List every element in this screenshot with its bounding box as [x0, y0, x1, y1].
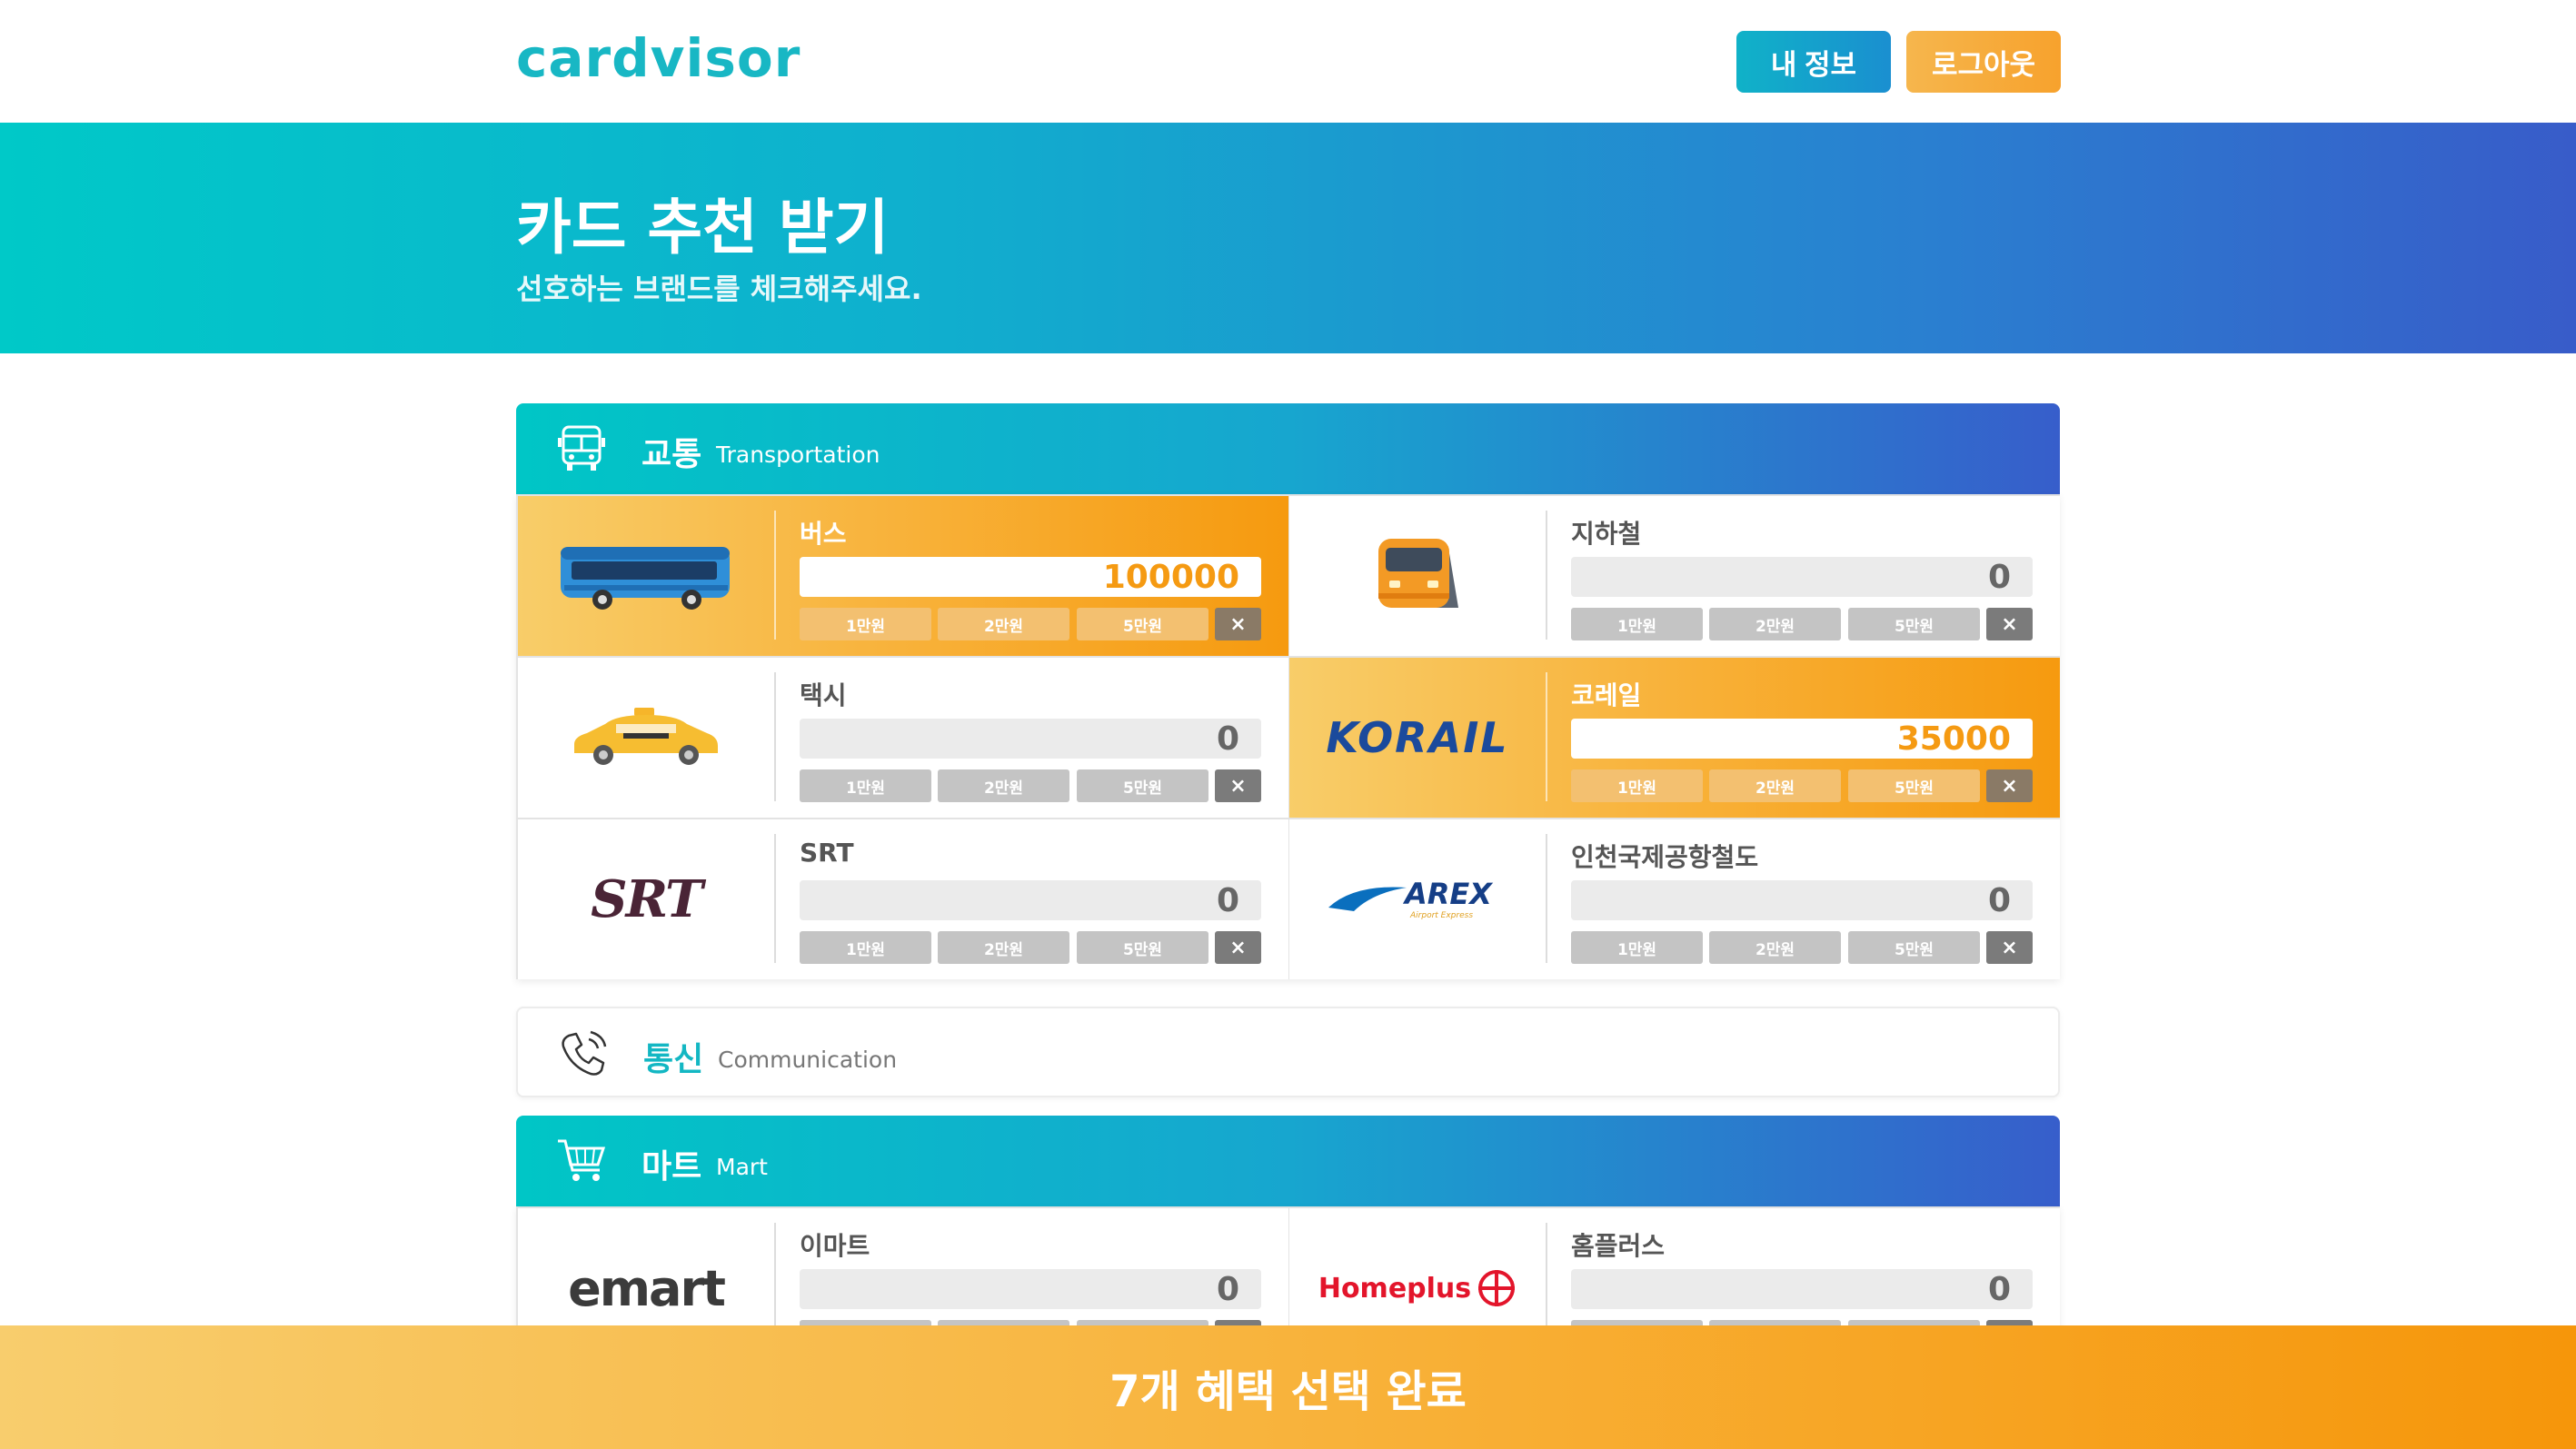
section-subtitle: Transportation — [716, 442, 880, 468]
card-divider — [1546, 834, 1547, 963]
amount-input[interactable] — [800, 1269, 1261, 1309]
brand-card-bus[interactable]: 버스 1만원 2만원 5만원 × — [518, 496, 1288, 656]
card-divider — [1546, 672, 1547, 801]
korail-logo-text: KORAIL — [1326, 713, 1509, 762]
brand-card-subway[interactable]: 지하철 1만원 2만원 5만원 × — [1289, 496, 2060, 656]
top-navigation-bar: cardvisor 내 정보 로그아웃 — [0, 0, 2576, 123]
add-20000-button[interactable]: 2만원 — [1709, 931, 1841, 964]
add-50000-button[interactable]: 5만원 — [1848, 769, 1980, 802]
section-subtitle: Communication — [718, 1047, 898, 1073]
phone-ringing-icon — [562, 1030, 607, 1076]
add-10000-button[interactable]: 1만원 — [800, 608, 931, 640]
brand-name: 택시 — [800, 680, 847, 710]
add-50000-button[interactable]: 5만원 — [1077, 608, 1208, 640]
add-10000-button[interactable]: 1만원 — [1571, 769, 1703, 802]
section-title: 교통 — [642, 436, 702, 473]
taxi-icon — [518, 658, 774, 818]
clear-amount-button[interactable]: × — [1215, 769, 1261, 802]
add-20000-button[interactable]: 2만원 — [938, 608, 1069, 640]
brand-name: 인천국제공항철도 — [1571, 842, 1759, 872]
add-10000-button[interactable]: 1만원 — [800, 769, 931, 802]
homeplus-symbol-icon — [1478, 1270, 1516, 1306]
bus-outline-icon — [558, 425, 605, 471]
section-header-mart[interactable]: 마트 Mart — [516, 1116, 2060, 1206]
add-10000-button[interactable]: 1만원 — [800, 931, 931, 964]
add-20000-button[interactable]: 2만원 — [1709, 608, 1841, 640]
add-10000-button[interactable]: 1만원 — [1571, 931, 1703, 964]
brand-name: 버스 — [800, 519, 847, 549]
clear-amount-button[interactable]: × — [1215, 931, 1261, 964]
brand-card-korail[interactable]: KORAIL 코레일 1만원 2만원 5만원 × — [1289, 658, 2060, 818]
brand-name: 홈플러스 — [1571, 1231, 1666, 1261]
section-title: 마트 — [642, 1148, 702, 1186]
card-divider — [774, 672, 776, 801]
page-title: 카드 추천 받기 — [516, 193, 890, 263]
amount-input[interactable] — [1571, 719, 2033, 759]
add-10000-button[interactable]: 1만원 — [1571, 608, 1703, 640]
bus-icon — [518, 496, 774, 656]
srt-logo: SRT — [518, 819, 774, 979]
korail-logo: KORAIL — [1289, 658, 1546, 818]
section-header-communication[interactable]: 통신 Communication — [516, 1007, 2060, 1097]
add-50000-button[interactable]: 5만원 — [1077, 769, 1208, 802]
section-header-transportation[interactable]: 교통 Transportation — [516, 403, 2060, 494]
complete-selection-button[interactable]: 7개 혜택 선택 완료 — [0, 1325, 2576, 1449]
section-subtitle: Mart — [716, 1154, 768, 1180]
my-info-button[interactable]: 내 정보 — [1736, 31, 1891, 93]
add-20000-button[interactable]: 2만원 — [1709, 769, 1841, 802]
amount-input[interactable] — [1571, 1269, 2033, 1309]
amount-input[interactable] — [800, 719, 1261, 759]
add-50000-button[interactable]: 5만원 — [1077, 931, 1208, 964]
brand-card-taxi[interactable]: 택시 1만원 2만원 5만원 × — [518, 658, 1288, 818]
clear-amount-button[interactable]: × — [1986, 769, 2033, 802]
brand-card-arex[interactable]: AREX Airport Express 인천국제공항철도 1만원 2만원 5만… — [1289, 819, 2060, 979]
add-20000-button[interactable]: 2만원 — [938, 931, 1069, 964]
add-50000-button[interactable]: 5만원 — [1848, 931, 1980, 964]
clear-amount-button[interactable]: × — [1986, 608, 2033, 640]
emart-logo-text: emart — [568, 1259, 726, 1317]
arex-logo-subtext: Airport Express — [1410, 911, 1474, 920]
hero-banner: 카드 추천 받기 선호하는 브랜드를 체크해주세요. — [0, 123, 2576, 353]
shopping-cart-icon — [558, 1139, 606, 1181]
transportation-grid: 버스 1만원 2만원 5만원 × 지하철 1만원 2만원 5만원 — [516, 494, 2060, 979]
brand-name: 지하철 — [1571, 519, 1642, 549]
card-divider — [774, 511, 776, 640]
brand-name: 이마트 — [800, 1231, 870, 1261]
card-divider — [774, 834, 776, 963]
amount-input[interactable] — [800, 880, 1261, 920]
brand-name: SRT — [800, 838, 854, 868]
add-50000-button[interactable]: 5만원 — [1848, 608, 1980, 640]
arex-logo: AREX Airport Express — [1289, 819, 1546, 979]
arex-logo-text: AREX — [1405, 877, 1492, 911]
brand-name: 코레일 — [1571, 680, 1642, 710]
clear-amount-button[interactable]: × — [1986, 931, 2033, 964]
logout-button[interactable]: 로그아웃 — [1906, 31, 2061, 93]
homeplus-logo-text: Homeplus — [1318, 1272, 1472, 1305]
amount-input[interactable] — [800, 557, 1261, 597]
add-20000-button[interactable]: 2만원 — [938, 769, 1069, 802]
amount-input[interactable] — [1571, 880, 2033, 920]
brand-card-srt[interactable]: SRT SRT 1만원 2만원 5만원 × — [518, 819, 1288, 979]
subway-train-icon — [1289, 496, 1546, 656]
clear-amount-button[interactable]: × — [1215, 608, 1261, 640]
section-title: 통신 — [643, 1041, 704, 1078]
cardvisor-logo[interactable]: cardvisor — [516, 27, 801, 89]
srt-logo-text: SRT — [591, 869, 703, 929]
card-divider — [1546, 511, 1547, 640]
amount-input[interactable] — [1571, 557, 2033, 597]
page-subtitle: 선호하는 브랜드를 체크해주세요. — [516, 272, 922, 306]
